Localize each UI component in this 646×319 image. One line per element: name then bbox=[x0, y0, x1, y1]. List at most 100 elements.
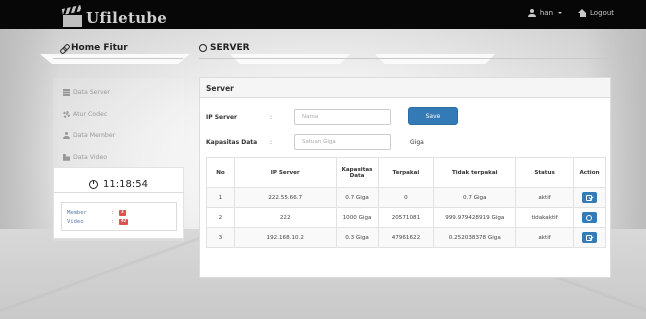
cell-used: 47961622 bbox=[377, 227, 435, 248]
cell-action bbox=[572, 207, 607, 228]
cell-free: 0.252038378 Giga bbox=[433, 227, 517, 248]
sidebar-item-label: Atur Codec bbox=[73, 110, 108, 118]
edit-icon bbox=[586, 234, 593, 241]
member-icon bbox=[63, 132, 70, 140]
column-header: Status bbox=[515, 157, 574, 188]
cell-status: tidakaktif bbox=[515, 207, 574, 228]
cell-status: aktif bbox=[515, 227, 574, 248]
stat-label: Member bbox=[67, 209, 87, 216]
edit-button[interactable] bbox=[581, 232, 597, 243]
cell-status: aktif bbox=[515, 187, 574, 208]
cell-free: 999.979428919 Giga bbox=[433, 207, 517, 228]
sidebar-item-label: Data Server bbox=[73, 89, 111, 97]
ip-server-input[interactable] bbox=[294, 109, 391, 125]
cell-capacity: 0.7 Giga bbox=[335, 187, 379, 208]
nav-right: han Logout bbox=[528, 9, 614, 17]
edit-icon bbox=[586, 194, 593, 201]
capacity-row: Kapasitas Data : bbox=[206, 134, 391, 150]
cell-ip: 222.55.66.7 bbox=[233, 187, 337, 208]
column-header: Tidak terpakai bbox=[433, 157, 517, 188]
server-heading: SERVER bbox=[199, 43, 250, 53]
sidebar-item-atur-codec[interactable]: Atur Codec bbox=[60, 104, 184, 126]
link-icon bbox=[60, 44, 68, 52]
server-table: No IP Server Kapasitas Data Terpakai Tid… bbox=[206, 157, 607, 248]
floor-line bbox=[0, 229, 200, 319]
form-colon: : bbox=[270, 138, 273, 146]
column-header: Action bbox=[572, 157, 607, 188]
clapperboard-icon bbox=[61, 5, 82, 27]
stats-box: Member : 3 Video : 42 bbox=[61, 202, 177, 231]
divider bbox=[53, 58, 183, 59]
capacity-input[interactable] bbox=[294, 134, 391, 150]
user-icon bbox=[528, 9, 537, 17]
server-title: SERVER bbox=[210, 43, 250, 53]
edit-button[interactable] bbox=[581, 192, 597, 203]
caret-down-icon bbox=[558, 12, 563, 14]
logout-link[interactable]: Logout bbox=[578, 9, 614, 17]
sidebar-item-data-video[interactable]: Data Video bbox=[60, 147, 184, 169]
user-name: han bbox=[539, 9, 554, 17]
home-icon bbox=[578, 9, 587, 17]
server-panel: Server IP Server : Save Kapasitas Data :… bbox=[199, 77, 611, 278]
clock-widget: 11:18:54 Member : 3 Video : 42 bbox=[53, 167, 184, 239]
brand-logo[interactable]: Ufiletube bbox=[61, 3, 168, 27]
stat-row-member: Member : 3 bbox=[67, 208, 171, 217]
cell-capacity: 1000 Giga bbox=[335, 207, 379, 228]
sidebar-menu: Data Server Atur Codec Data Member Data … bbox=[60, 82, 184, 168]
panel-title: Server bbox=[200, 78, 610, 98]
ip-server-label: IP Server bbox=[206, 113, 238, 121]
column-header: IP Server bbox=[233, 157, 337, 188]
clock-icon bbox=[89, 179, 99, 189]
table-row: 1 222.55.66.7 0.7 Giga 0 0.7 Giga aktif bbox=[206, 187, 607, 208]
ceiling-light bbox=[375, 54, 495, 64]
ceiling-light bbox=[230, 54, 350, 64]
cell-ip: 222 bbox=[233, 207, 337, 228]
table-row: 3 192.168.10.2 0.3 Giga 47961622 0.25203… bbox=[206, 227, 607, 248]
circle-icon bbox=[586, 214, 593, 221]
sidebar-item-label: Data Video bbox=[73, 153, 108, 161]
form-colon: : bbox=[270, 113, 273, 121]
unit-label: Giga bbox=[410, 139, 424, 146]
cell-free: 0.7 Giga bbox=[433, 187, 517, 208]
member-count-badge: 3 bbox=[119, 209, 126, 216]
cell-capacity: 0.3 Giga bbox=[335, 227, 379, 248]
table-row: 2 222 1000 Giga 20571081 999.979428919 G… bbox=[206, 207, 607, 228]
capacity-label: Kapasitas Data bbox=[206, 138, 258, 146]
column-header: Kapasitas Data bbox=[335, 157, 379, 188]
circle-icon bbox=[199, 44, 207, 52]
ceiling-light bbox=[40, 54, 190, 64]
stat-colon: : bbox=[111, 209, 115, 216]
cell-used: 0 bbox=[377, 187, 435, 208]
column-header: Terpakai bbox=[377, 157, 435, 188]
logout-label: Logout bbox=[590, 9, 614, 17]
save-button[interactable]: Save bbox=[408, 107, 458, 125]
sidebar-item-data-member[interactable]: Data Member bbox=[60, 125, 184, 147]
video-count-badge: 42 bbox=[119, 218, 129, 225]
cell-ip: 192.168.10.2 bbox=[233, 227, 337, 248]
gear-icon bbox=[63, 110, 70, 118]
sidebar-item-label: Data Member bbox=[73, 132, 116, 140]
video-icon bbox=[63, 153, 70, 161]
cell-no: 3 bbox=[206, 227, 235, 248]
cell-no: 1 bbox=[206, 187, 235, 208]
sidebar-item-data-server[interactable]: Data Server bbox=[60, 82, 184, 104]
cell-used: 20571081 bbox=[377, 207, 435, 228]
top-navbar: Ufiletube han Logout bbox=[0, 0, 646, 29]
clock-time: 11:18:54 bbox=[103, 178, 148, 190]
activate-button[interactable] bbox=[581, 212, 597, 223]
ip-server-row: IP Server : bbox=[206, 109, 391, 125]
cell-action bbox=[572, 187, 607, 208]
divider bbox=[199, 58, 611, 59]
table-header-row: No IP Server Kapasitas Data Terpakai Tid… bbox=[206, 157, 607, 188]
cell-no: 2 bbox=[206, 207, 235, 228]
server-icon bbox=[63, 89, 70, 97]
home-fitur-heading: Home Fitur bbox=[60, 43, 128, 53]
stat-row-video: Video : 42 bbox=[67, 217, 171, 226]
column-header: No bbox=[206, 157, 235, 188]
stat-colon: : bbox=[111, 218, 115, 225]
cell-action bbox=[572, 227, 607, 248]
brand-name: Ufiletube bbox=[86, 9, 168, 27]
clock: 11:18:54 bbox=[54, 168, 183, 193]
stat-label: Video bbox=[67, 218, 84, 225]
user-menu[interactable]: han bbox=[528, 9, 563, 17]
